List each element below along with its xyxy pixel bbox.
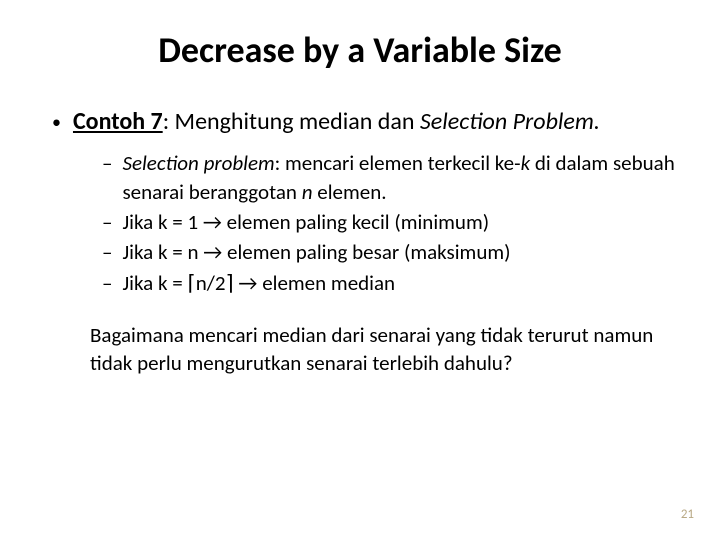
bullet-icon: • [52, 110, 61, 135]
slide-title: Decrease by a Variable Size [40, 28, 680, 72]
sub-item: – Selection problem: mencari elemen terk… [102, 149, 680, 206]
sub4-post: → elemen median [234, 270, 395, 296]
sub1-rest3: elemen. [313, 179, 387, 205]
main-body-ital: Selection Problem. [420, 107, 600, 136]
sub1-n: n [302, 179, 313, 205]
sub-item-text: Jika k = 1 → elemen paling kecil (minimu… [122, 208, 489, 236]
dash-icon: – [102, 238, 112, 266]
sub4-mid: n/2 [196, 270, 226, 296]
sub-bullet-list: – Selection problem: mencari elemen terk… [40, 149, 680, 297]
ceil-right-icon: ⌉ [225, 271, 233, 295]
main-body-1: Menghitung median dan [175, 107, 420, 136]
sub-item-text: Selection problem: mencari elemen terkec… [122, 149, 680, 206]
sub-item-text: Jika k = n → elemen paling besar (maksim… [122, 238, 510, 266]
sub-item: – Jika k = n → elemen paling besar (maks… [102, 238, 680, 266]
page-number: 21 [681, 507, 694, 522]
dash-icon: – [102, 208, 112, 236]
sub-item: – Jika k = ⌈n/2⌉ → elemen median [102, 269, 680, 297]
main-bullet-row: • Contoh 7: Menghitung median dan Select… [40, 106, 680, 137]
sub1-k: k [521, 150, 531, 176]
sub1-lead: Selection problem [122, 150, 274, 176]
sub-item-text: Jika k = ⌈n/2⌉ → elemen median [122, 269, 395, 297]
sub-item: – Jika k = 1 → elemen paling kecil (mini… [102, 208, 680, 236]
main-bullet-text: Contoh 7: Menghitung median dan Selectio… [73, 106, 600, 137]
dash-icon: – [102, 149, 112, 177]
ceil-left-icon: ⌈ [187, 271, 195, 295]
example-label: Contoh 7 [73, 107, 163, 136]
closing-question: Bagaimana mencari median dari senarai ya… [40, 321, 680, 378]
sub4-pre: Jika k = [122, 270, 187, 296]
sub1-rest: : mencari elemen terkecil ke- [275, 150, 521, 176]
dash-icon: – [102, 269, 112, 297]
example-sep: : [163, 107, 175, 136]
